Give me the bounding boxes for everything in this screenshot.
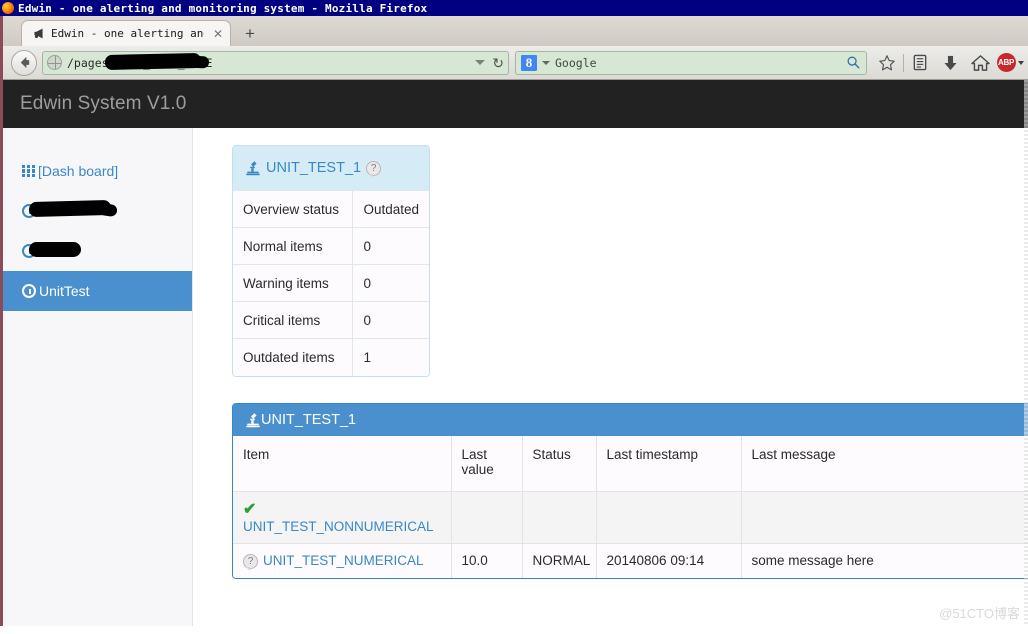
search-bar[interactable]: 8 Google <box>515 50 867 75</box>
column-header-item[interactable]: Item <box>233 435 452 492</box>
main-content: UNIT_TEST_1 ? Overview status Outdated N… <box>193 128 1028 626</box>
site-globe-icon <box>47 55 62 70</box>
adblock-plus-icon[interactable]: ABP <box>996 49 1024 77</box>
bookmark-star-icon[interactable] <box>873 49 901 77</box>
sidebar-item-label: [Dash board] <box>38 163 119 179</box>
home-icon[interactable] <box>966 49 994 77</box>
grid-icon <box>22 164 35 178</box>
url-bar[interactable]: /pages/UNIT_TEST_PAGE ↻ <box>42 50 509 75</box>
items-panel-header: UNIT_TEST_1 <box>233 403 1028 436</box>
summary-table: Overview status Outdated Normal items 0 … <box>233 190 429 376</box>
tab-title: Edwin - one alerting an⋯ <box>51 27 204 40</box>
firefox-icon <box>2 2 14 14</box>
summary-row-label: Critical items <box>233 301 354 339</box>
summary-row-label: Outdated items <box>233 338 354 376</box>
summary-row-label: Warning items <box>233 264 354 302</box>
reader-list-icon[interactable] <box>906 49 934 77</box>
sidebar-item-label: UnitTest <box>39 283 90 299</box>
column-header-last-value[interactable]: Last value <box>451 435 523 492</box>
url-redaction-mark <box>104 52 202 70</box>
sidebar-redaction-mark <box>28 199 112 218</box>
magnifier-icon[interactable] <box>846 55 861 70</box>
google-icon: 8 <box>521 54 537 71</box>
app-header: Edwin System V1.0 <box>3 80 1028 128</box>
navigation-toolbar: /pages/UNIT_TEST_PAGE ↻ 8 Google <box>3 46 1028 80</box>
page-viewport: Edwin System V1.0 [Dash board] UnitTest … <box>0 80 1028 626</box>
back-arrow-icon <box>20 56 29 69</box>
table-row: Outdated items 1 <box>233 338 429 376</box>
table-header-row: Item Last value Status Last timestamp La… <box>233 435 1028 492</box>
column-header-status[interactable]: Status <box>522 435 597 492</box>
clock-icon <box>22 284 36 298</box>
megaphone-icon <box>34 28 43 39</box>
new-tab-button[interactable]: + <box>245 25 255 42</box>
browser-chrome: Edwin - one alerting an⋯ ✕ + /pages/UNIT… <box>0 16 1028 80</box>
tab-close-icon[interactable]: ✕ <box>213 27 223 41</box>
green-check-icon: ✔ <box>243 501 257 518</box>
last-value-cell: 10.0 <box>451 542 523 578</box>
sidebar-item-redacted-2[interactable] <box>3 231 192 271</box>
summary-row-value: Outdated <box>352 190 429 228</box>
status-cell <box>522 491 597 544</box>
window-title: Edwin - one alerting and monitoring syst… <box>18 1 428 15</box>
tab-strip: Edwin - one alerting an⋯ ✕ + <box>3 16 1028 46</box>
back-button[interactable] <box>11 49 37 76</box>
column-header-last-timestamp[interactable]: Last timestamp <box>596 435 742 492</box>
toolbar-divider <box>903 53 904 72</box>
downloads-icon[interactable] <box>936 49 964 77</box>
column-header-last-message[interactable]: Last message <box>741 435 1028 492</box>
window-titlebar: Edwin - one alerting and monitoring syst… <box>0 0 1028 16</box>
summary-row-value: 0 <box>352 264 429 302</box>
last-timestamp-cell: 20140806 09:14 <box>596 542 742 578</box>
table-row: ? UNIT_TEST_NUMERICAL 10.0 NORMAL 2014080… <box>233 542 1028 578</box>
sidebar-item-redacted-1[interactable] <box>3 191 192 231</box>
abp-badge: ABP <box>996 53 1016 72</box>
summary-panel: UNIT_TEST_1 ? Overview status Outdated N… <box>232 145 430 377</box>
vertical-scrollbar[interactable] <box>1024 80 1028 626</box>
url-dropdown-icon[interactable] <box>475 60 486 65</box>
status-cell: NORMAL <box>522 542 597 578</box>
item-cell: ✔ UNIT_TEST_NONNUMERICAL <box>233 491 452 544</box>
last-timestamp-cell <box>596 491 742 544</box>
app-title: Edwin System V1.0 <box>20 93 187 114</box>
question-bubble-icon[interactable]: ? <box>243 553 258 571</box>
abp-chevron-down-icon[interactable] <box>1017 60 1024 65</box>
help-icon[interactable]: ? <box>366 160 382 178</box>
microscope-icon <box>246 412 260 427</box>
items-panel-title: UNIT_TEST_1 <box>261 411 357 428</box>
search-engine-chevron-icon[interactable] <box>542 60 550 65</box>
table-row: ✔ UNIT_TEST_NONNUMERICAL <box>233 491 1028 544</box>
summary-panel-header: UNIT_TEST_1 ? <box>233 146 429 190</box>
reload-icon[interactable]: ↻ <box>492 56 504 70</box>
summary-panel-title[interactable]: UNIT_TEST_1 <box>266 160 361 176</box>
table-row: Critical items 0 <box>233 301 429 339</box>
sidebar-redaction-mark <box>29 242 81 257</box>
summary-row-label: Normal items <box>233 227 354 265</box>
browser-tab[interactable]: Edwin - one alerting an⋯ ✕ <box>21 20 231 46</box>
search-input[interactable]: Google <box>555 56 846 70</box>
last-message-cell: some message here <box>741 542 1028 578</box>
summary-row-label: Overview status <box>233 190 354 228</box>
microscope-icon <box>246 161 260 176</box>
summary-row-value: 1 <box>352 338 429 376</box>
table-row: Normal items 0 <box>233 227 429 265</box>
sidebar: [Dash board] UnitTest <box>3 128 193 626</box>
last-message-cell <box>741 491 1028 544</box>
table-row: Overview status Outdated <box>233 190 429 228</box>
item-link[interactable]: UNIT_TEST_NONNUMERICAL <box>243 519 434 534</box>
summary-row-value: 0 <box>352 301 429 339</box>
items-table: Item Last value Status Last timestamp La… <box>233 435 1028 578</box>
sidebar-item-dashboard[interactable]: [Dash board] <box>3 151 192 191</box>
summary-row-value: 0 <box>352 227 429 265</box>
watermark: @51CTO博客 <box>939 606 1020 621</box>
table-row: Warning items 0 <box>233 264 429 302</box>
sidebar-item-unittest[interactable]: UnitTest <box>3 271 192 311</box>
item-cell: ? UNIT_TEST_NUMERICAL <box>233 542 452 578</box>
last-value-cell <box>451 491 523 544</box>
toolbar-icons: ABP <box>867 49 1024 77</box>
item-link[interactable]: UNIT_TEST_NUMERICAL <box>263 553 424 568</box>
app-body: [Dash board] UnitTest UNIT_TEST_1 ? Over… <box>3 128 1028 626</box>
items-panel: UNIT_TEST_1 Item Last value Status Last … <box>232 402 1028 579</box>
